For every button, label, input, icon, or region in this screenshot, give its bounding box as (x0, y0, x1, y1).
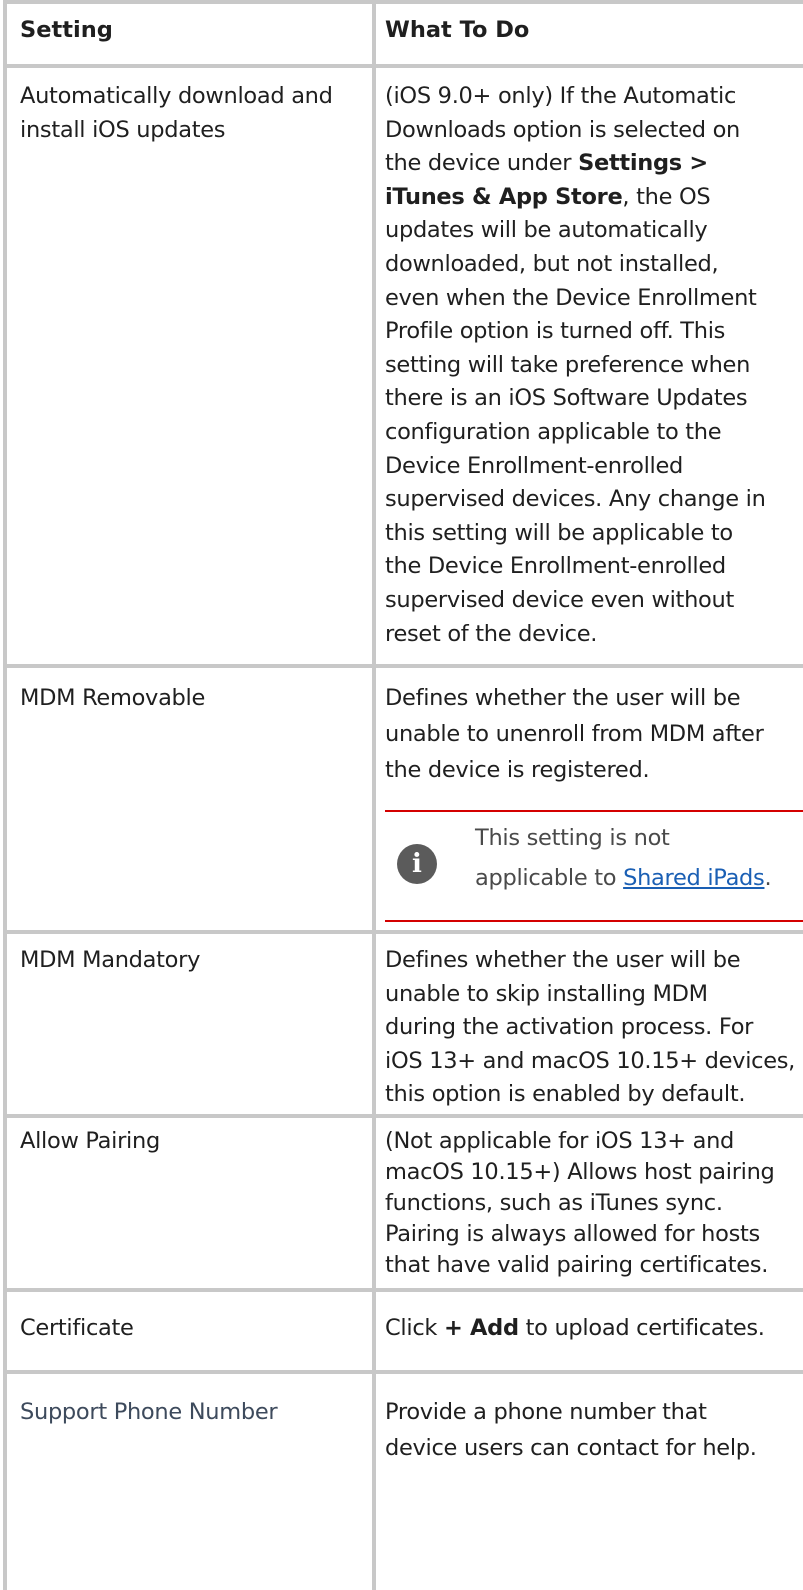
table-header-row: Setting What To Do (3, 0, 803, 66)
desc-line: supervised devices. Any change in (385, 486, 766, 513)
desc-line: during the activation process. For (385, 1014, 754, 1041)
desc-line: this setting will be applicable to (385, 519, 733, 546)
desc-line: there is an iOS Software Updates (385, 385, 748, 412)
row-divider (3, 664, 803, 668)
setting-auto-update-line1: Automatically download and (20, 83, 333, 109)
desc-text: , the OS (622, 183, 711, 210)
add-button-ref: + Add (443, 1315, 519, 1341)
desc-line: Downloads option is selected on (385, 116, 740, 143)
shared-ipads-link[interactable]: Shared iPads (623, 865, 765, 891)
desc-line: the Device Enrollment-enrolled (385, 553, 726, 580)
desc-line: supervised device even without (385, 586, 734, 613)
desc-line: configuration applicable to the (385, 418, 722, 445)
settings-table: Setting What To Do Automatically download … (3, 0, 803, 1590)
desc-line: downloaded, but not installed, (385, 250, 719, 277)
row-divider (3, 1288, 803, 1292)
note-suffix: . (764, 865, 772, 891)
desc-line: unable to unenroll from MDM after (385, 721, 764, 747)
note-box: i This setting is not applicable to Shared… (385, 810, 803, 922)
note-bottom-rule (385, 920, 803, 922)
note-line: This setting is not (475, 825, 670, 851)
desc-text: the device under (385, 150, 579, 177)
desc-line: unable to skip installing MDM (385, 980, 708, 1007)
desc-line: iOS 13+ and macOS 10.15+ devices, (385, 1047, 796, 1074)
table-border-left (3, 0, 7, 1590)
row-divider (3, 930, 803, 934)
note-line: applicable to (475, 865, 624, 891)
note-text: This setting is not applicable to Shared … (475, 818, 772, 898)
desc-line: macOS 10.15+) Allows host pairing (385, 1159, 775, 1185)
table-row-mdm-mandatory: MDM Mandatory Defines whether the user wi… (3, 932, 803, 1116)
row-divider (3, 1370, 803, 1374)
desc-line: functions, such as iTunes sync. (385, 1190, 723, 1216)
setting-mdm-removable: MDM Removable (20, 685, 206, 711)
row-divider (3, 0, 803, 4)
desc-line: this option is enabled by default. (385, 1081, 746, 1108)
desc-line: reset of the device. (385, 620, 598, 647)
setting-auto-update-line2: install iOS updates (20, 116, 226, 143)
desc-text: Click (385, 1315, 444, 1341)
desc-line: that have valid pairing certificates. (385, 1252, 769, 1278)
desc-line: Defines whether the user will be (385, 947, 741, 973)
desc-line: even when the Device Enrollment (385, 284, 757, 311)
desc-line: (Not applicable for iOS 13+ and (385, 1128, 735, 1154)
desc-line: updates will be automatically (385, 217, 708, 244)
desc-line: (iOS 9.0+ only) If the Automatic (385, 83, 737, 109)
setting-allow-pairing: Allow Pairing (20, 1128, 160, 1154)
settings-menu-ref: Settings > (578, 150, 708, 177)
desc-line: Device Enrollment-enrolled (385, 452, 684, 479)
row-divider (3, 64, 803, 68)
desc-line: Pairing is always allowed for hosts (385, 1221, 760, 1247)
setting-certificate: Certificate (20, 1315, 134, 1341)
desc-line: device users can contact for help. (385, 1435, 757, 1461)
table-divider-column (372, 0, 376, 1590)
desc-text: to upload certificates. (518, 1315, 765, 1341)
desc-line: setting will take preference when (385, 351, 751, 378)
table-row-mdm-removable: MDM Removable Defines whether the user wi… (3, 666, 803, 932)
header-setting: Setting (20, 17, 113, 43)
row-divider (3, 1114, 803, 1118)
header-what-to-do: What To Do (385, 17, 530, 43)
note-top-rule (385, 810, 803, 812)
desc-line: Provide a phone number that (385, 1399, 707, 1425)
desc-line: Defines whether the user will be (385, 685, 741, 711)
table-row-certificate: Certificate Click + Add to upload certifi… (3, 1290, 803, 1372)
desc-line: the device is registered. (385, 757, 650, 783)
setting-mdm-mandatory: MDM Mandatory (20, 947, 201, 973)
info-icon: i (397, 844, 437, 884)
itunes-menu-ref: iTunes & App Store (385, 183, 623, 210)
table-row-auto-update: Automatically download and install iOS up… (3, 66, 803, 666)
desc-line: Profile option is turned off. This (385, 318, 726, 345)
setting-support-phone: Support Phone Number (20, 1399, 278, 1425)
table-row-support-phone: Support Phone Number Provide a phone numb… (3, 1372, 803, 1590)
table-row-allow-pairing: Allow Pairing (Not applicable for iOS 13+… (3, 1116, 803, 1290)
